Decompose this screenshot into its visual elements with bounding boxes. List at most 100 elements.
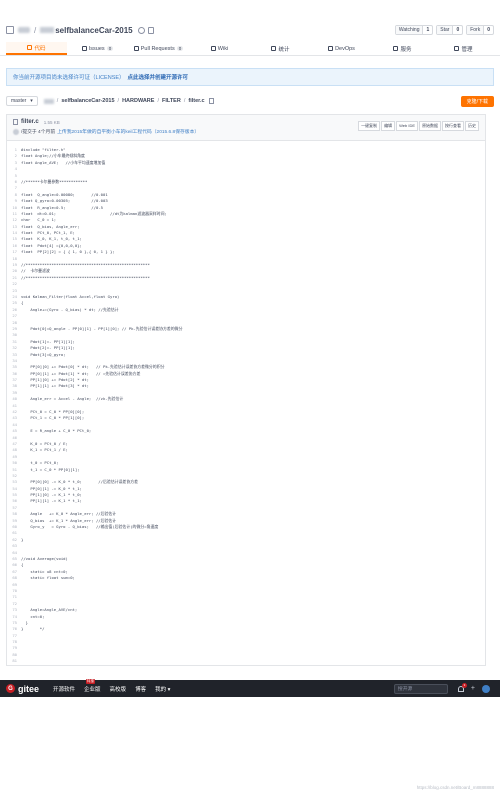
tab-wiki[interactable]: Wiki [189,42,250,55]
star-label: Star [437,26,454,34]
path-bar: master ▾ / selfbalanceCar-2015 / HARDWARE… [6,94,494,108]
code-text: Angle+=(Gyro - Q_bias) * dt; //先验估计 [21,306,119,312]
repo-name[interactable]: selfbalanceCar-2015 [40,26,133,35]
tab-stats[interactable]: 统计 [250,42,311,55]
nav-education[interactable]: 高校版 [110,685,127,693]
raw-button[interactable]: 原始数据 [419,121,441,131]
breadcrumb-repo[interactable]: selfbalanceCar-2015 [61,98,114,104]
tab-manage[interactable]: 管理 [433,42,494,55]
tab-issues[interactable]: Issues 0 [67,42,128,55]
gitee-navbar: G gitee 开源软件 企业版 特惠 高校版 博客 我的 ▾ 搜开源 3 + [0,678,500,697]
star-button[interactable]: Star 0 [436,25,464,35]
license-notice-text: 你当前开源项目尚未选择许可证（LICENSE） [13,75,125,81]
code-text: K_1 = PCt_1 / E; [21,447,68,453]
file-actions: 一键复制 编辑 Web IDE 原始数据 按行查看 历史 [358,121,479,131]
license-notice-link[interactable]: 点此选择并创建开源许可 [128,73,189,81]
code-text: void Kalman_Filter(float Accel,float Gyr… [21,293,120,299]
nav-enterprise[interactable]: 企业版 特惠 [84,678,101,693]
repo-actions: Watching 1 Star 0 Fork 0 [394,25,494,35]
watch-label: Watching [395,26,424,34]
watermark: https://blog.csdn.net/Board_m8888888 [416,785,494,790]
breadcrumb-file: filter.c [188,98,205,104]
watch-button[interactable]: Watching 1 [394,25,434,35]
user-avatar[interactable] [482,684,490,693]
issues-icon [81,46,87,51]
web-ide-button[interactable]: Web IDE [396,121,418,131]
hot-badge: 特惠 [86,678,96,684]
code-text: Gyro_y = Gyro - Q_bias; //输出值(后验估计)的微分=角… [21,524,159,530]
fork-count: 0 [487,27,490,33]
chevron-down-icon: ▾ [30,98,33,104]
nav-blog[interactable]: 博客 [135,685,146,693]
tab-services[interactable]: 服务 [372,42,433,55]
clone-download-button[interactable]: 克隆/下载 [460,95,494,107]
repo-separator: / [34,25,37,35]
sync-icon[interactable] [137,26,145,34]
code-text: PCt_1 = C_0 * PP[1][0]; [21,415,85,421]
code-view: 1 #include "filter.h" 2 float Angle;//小车最终倾… [7,141,485,665]
tab-code[interactable]: 代码 [6,42,67,55]
plus-icon[interactable]: + [471,685,475,692]
repo-icon [6,26,14,34]
gitee-tools: 3 + [457,682,490,693]
manage-icon [454,46,460,51]
line-number[interactable]: 81 [7,658,21,664]
file-size: 1.55 KB [43,119,60,125]
code-text: PP[1][1] += Pdot[3] * dt; [21,383,89,389]
issues-count: 0 [106,46,114,51]
breadcrumb: / selfbalanceCar-2015 / HARDWARE / FILTE… [43,98,214,104]
notification-count: 3 [461,682,467,688]
gitee-logo-icon: G [6,684,15,693]
breadcrumb-owner[interactable] [43,98,54,104]
breadcrumb-filter[interactable]: FILTER [162,98,181,104]
blame-button[interactable]: 按行查看 [442,121,464,131]
edit-button[interactable]: 编辑 [381,121,396,131]
file-viewer: filter.c 1.55 KB /提交于 4个月前 上传我2015年做的自平衡… [6,114,486,666]
avatar[interactable] [13,128,19,135]
code-text: static float sum=0; [21,575,75,581]
nav-open-source[interactable]: 开源软件 [53,685,75,693]
branch-select[interactable]: master ▾ [6,96,38,106]
code-icon [27,45,33,50]
gitee-nav: 开源软件 企业版 特惠 高校版 博客 我的 ▾ [53,678,170,693]
tab-pull-requests[interactable]: Pull Requests 0 [128,42,189,55]
code-text: float Angle_AVE; //小车平均速度增加值 [21,159,106,165]
bell-icon[interactable]: 3 [457,682,467,692]
lock-icon [147,26,154,34]
history-button[interactable]: 历史 [465,121,479,131]
commit-message[interactable]: 上传我2015年做的自平衡小车的keil工程代码（2015.6.8保存版本） [57,128,199,135]
pr-count: 0 [176,46,184,51]
license-notice: 你当前开源项目尚未选择许可证（LICENSE） 点此选择并创建开源许可 [6,68,494,86]
star-count: 0 [456,27,460,33]
code-text: float PP[2][2] = { { 1, 0 },{ 0, 1 } }; [21,249,115,255]
code-line: 81 [7,658,485,664]
copy-icon[interactable] [208,98,214,104]
breadcrumb-hardware[interactable]: HARDWARE [122,98,154,104]
code-text: Angle_err = Accel - Angle; //zk-先验估计 [21,396,124,402]
pull-request-icon [133,46,139,51]
code-text: t_1 = C_0 * PP[0][1]; [21,466,80,472]
file-icon [13,119,18,125]
file-name: filter.c [21,119,39,125]
code-text: } [21,536,24,542]
wiki-icon [210,46,216,51]
nav-mine[interactable]: 我的 ▾ [155,685,170,693]
devops-icon [328,46,334,51]
file-header: filter.c 1.55 KB /提交于 4个月前 上传我2015年做的自平衡… [7,115,485,141]
tab-devops[interactable]: DevOps [311,42,372,55]
code-text: E = R_angle + C_0 * PCt_0; [21,428,92,434]
code-text: PP[1][1] -= K_1 * t_1; [21,498,82,504]
gitee-logo[interactable]: G gitee [6,684,39,694]
stats-icon [271,46,277,51]
copy-file-button[interactable]: 一键复制 [358,121,381,131]
repo-owner[interactable] [18,27,30,33]
code-text: } */ [21,626,45,632]
repo-tabs: 代码 Issues 0 Pull Requests 0 Wiki 统计 DevOps… [0,42,500,56]
code-text: //**************************************… [21,274,150,280]
chevron-down-icon: ▾ [167,686,171,693]
commit-author: /提交于 4个月前 [21,130,56,135]
fork-label: Fork [467,26,485,34]
search-input[interactable]: 搜开源 [393,683,448,694]
code-text: Pdot[0]=Q_angle - PP[0][1] - PP[1][0]; /… [21,325,183,331]
fork-button[interactable]: Fork 0 [466,25,494,35]
